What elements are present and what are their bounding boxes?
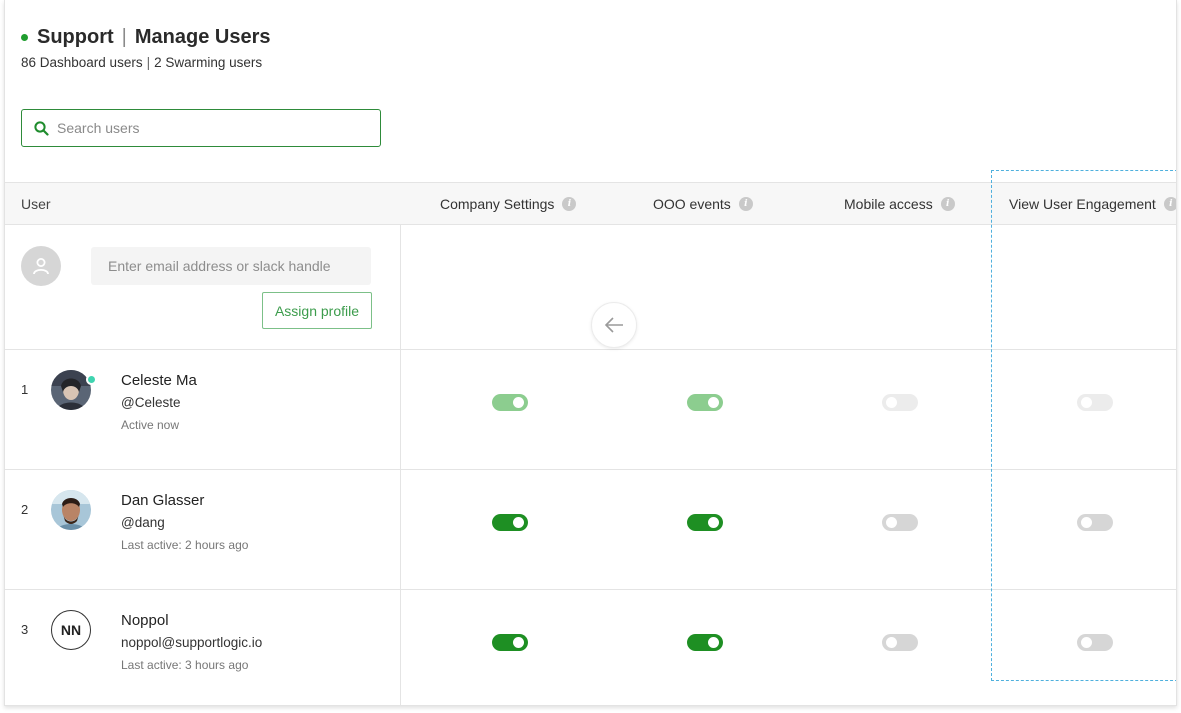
team-name: Support (37, 26, 114, 48)
toggle-knob (513, 517, 524, 528)
table-header: User Company Settings i OOO events i Mob… (5, 182, 1176, 225)
table-row: 2 Dan Glasser @dang Last active: 2 hours… (5, 470, 1176, 590)
avatar (51, 370, 91, 410)
toggle-knob (886, 397, 897, 408)
email-field[interactable] (91, 247, 371, 285)
info-icon[interactable]: i (562, 196, 577, 211)
info-icon[interactable]: i (940, 196, 955, 211)
toggle-knob (886, 637, 897, 648)
users-table: User Company Settings i OOO events i Mob… (5, 182, 1176, 705)
user-counts: 86 Dashboard users | 2 Swarming users (21, 55, 262, 70)
toggle-ooo-events[interactable] (687, 634, 723, 651)
search-icon (34, 120, 49, 136)
column-label: OOO events (653, 195, 731, 212)
user-icon (33, 258, 49, 275)
toggle-mobile-access[interactable] (882, 394, 918, 411)
toggle-knob (1081, 517, 1092, 528)
user-handle: @Celeste (121, 395, 181, 410)
row-number: 3 (21, 622, 29, 637)
user-handle: @dang (121, 515, 165, 530)
count-separator: | (146, 55, 151, 70)
page-title: Support | Manage Users (21, 26, 270, 49)
user-name: Dan Glasser (121, 492, 205, 509)
user-name: Noppol (121, 612, 169, 629)
search-input[interactable] (57, 120, 357, 136)
user-photo-icon (51, 370, 91, 410)
toggle-company-settings[interactable] (492, 514, 528, 531)
user-photo-icon (51, 490, 91, 530)
title-separator: | (121, 26, 127, 48)
table-row: 3 NN Noppol noppol@supportlogic.io Last … (5, 590, 1176, 705)
toggle-knob (708, 397, 719, 408)
toggle-company-settings[interactable] (492, 394, 528, 411)
table-row: 1 Celeste Ma @Celeste Active now (5, 350, 1176, 470)
manage-users-panel: Support | Manage Users 86 Dashboard user… (4, 0, 1177, 706)
toggle-mobile-access[interactable] (882, 514, 918, 531)
info-icon[interactable]: i (738, 196, 753, 211)
toggle-company-settings[interactable] (492, 634, 528, 651)
dashboard-users-count: 86 Dashboard users (21, 55, 143, 70)
toggle-view-user-engagement[interactable] (1077, 634, 1113, 651)
toggle-mobile-access[interactable] (882, 634, 918, 651)
column-header-user: User (21, 196, 51, 212)
column-header-company-settings: Company Settings i (440, 183, 577, 224)
toggle-ooo-events[interactable] (687, 394, 723, 411)
search-box[interactable] (21, 109, 381, 147)
scroll-back-button[interactable] (591, 302, 637, 348)
column-label: Company Settings (440, 195, 555, 212)
toggle-knob (513, 637, 524, 648)
column-header-ooo-events: OOO events i (653, 183, 753, 224)
toggle-knob (708, 637, 719, 648)
column-header-mobile-access: Mobile access i (844, 183, 955, 224)
column-label: Mobile access (844, 195, 933, 212)
assign-profile-button[interactable]: Assign profile (262, 292, 372, 329)
swarming-users-count: 2 Swarming users (154, 55, 263, 70)
assign-profile-row: Assign profile (5, 225, 1176, 350)
row-number: 2 (21, 502, 29, 517)
info-icon[interactable]: i (1163, 196, 1176, 211)
row-number: 1 (21, 382, 29, 397)
avatar-placeholder (21, 246, 61, 286)
user-handle: noppol@supportlogic.io (121, 635, 263, 650)
avatar-initials: NN (51, 610, 91, 650)
user-activity: Active now (121, 418, 180, 432)
toggle-knob (1081, 397, 1092, 408)
toggle-knob (708, 517, 719, 528)
toggle-view-user-engagement[interactable] (1077, 514, 1113, 531)
toggle-knob (1081, 637, 1092, 648)
user-name: Celeste Ma (121, 372, 197, 389)
toggle-view-user-engagement[interactable] (1077, 394, 1113, 411)
arrow-left-icon (604, 317, 623, 333)
column-header-view-user-engagement: View User Engagement i (1009, 183, 1176, 224)
online-status-dot (86, 374, 97, 385)
page-heading: Manage Users (134, 26, 271, 48)
avatar (51, 490, 91, 530)
toggle-knob (886, 517, 897, 528)
user-activity: Last active: 2 hours ago (121, 538, 249, 552)
live-status-dot (21, 34, 28, 41)
toggle-knob (513, 397, 524, 408)
toggle-ooo-events[interactable] (687, 514, 723, 531)
column-label: View User Engagement (1009, 195, 1156, 212)
user-activity: Last active: 3 hours ago (121, 658, 249, 672)
